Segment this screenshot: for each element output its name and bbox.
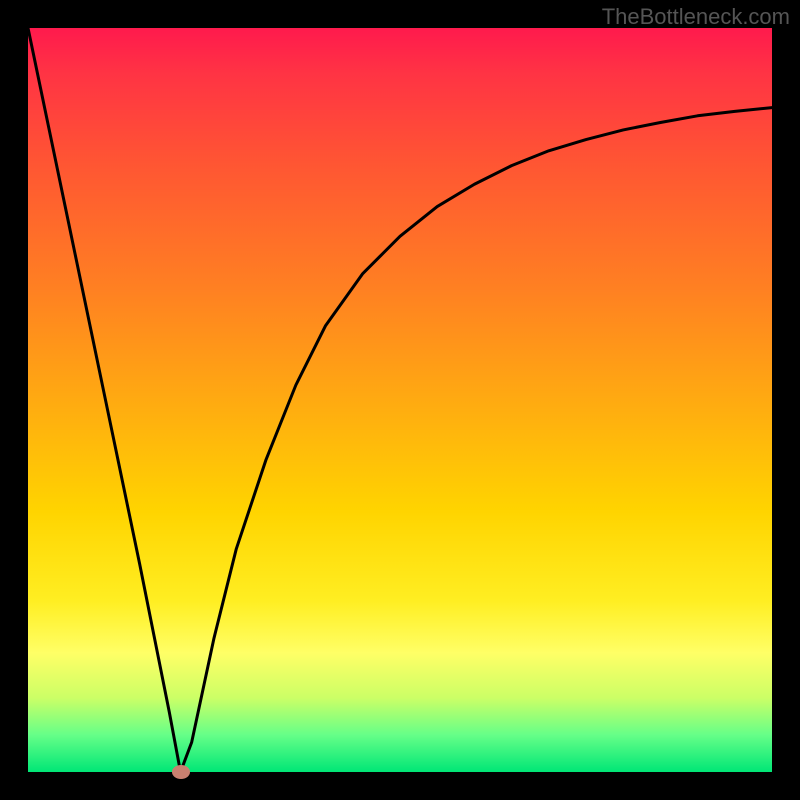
chart-container: TheBottleneck.com bbox=[0, 0, 800, 800]
minimum-point-marker bbox=[172, 765, 190, 779]
plot-area bbox=[28, 28, 772, 772]
bottleneck-curve bbox=[28, 28, 772, 772]
watermark-text: TheBottleneck.com bbox=[602, 4, 790, 30]
